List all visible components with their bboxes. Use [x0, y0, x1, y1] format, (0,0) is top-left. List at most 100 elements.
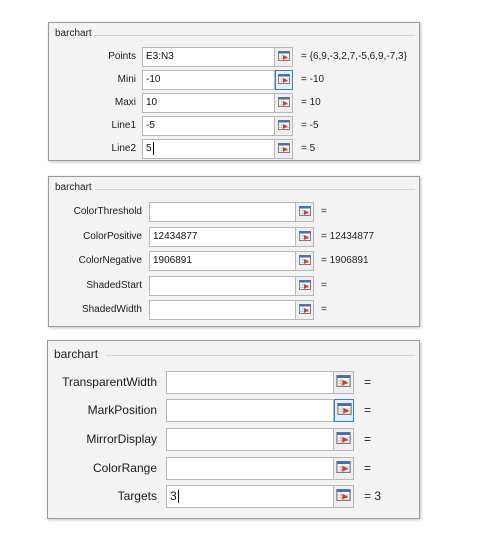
arg-row-maxi: Maxi 10 = 10	[49, 93, 419, 113]
arg-label: ColorRange	[92, 461, 157, 475]
colorthreshold-input[interactable]	[149, 202, 296, 222]
range-select-button[interactable]	[296, 300, 314, 320]
arg-row-colorthreshold: ColorThreshold =	[49, 202, 419, 222]
shadedstart-input[interactable]	[149, 276, 296, 296]
arg-label: ShadedStart	[86, 280, 142, 291]
arg-result: = 3	[364, 489, 382, 503]
arg-result: = -10	[301, 74, 325, 85]
arg-result: = 10	[301, 97, 321, 108]
arg-result: = {6,9,-3,2,7,-5,6,9,-7,3}	[301, 51, 407, 62]
range-select-icon	[298, 203, 311, 221]
arg-label: ColorPositive	[83, 231, 142, 242]
shadedwidth-input[interactable]	[149, 300, 296, 320]
arg-row-shadedwidth: ShadedWidth =	[49, 300, 419, 320]
arg-result: = 1906891	[321, 255, 369, 266]
barchart-args-panel-3: barchart TransparentWidth = MarkPosition…	[47, 340, 420, 519]
range-select-icon	[336, 374, 351, 392]
arg-label: ColorNegative	[78, 255, 142, 266]
arg-result: =	[364, 432, 372, 446]
arg-label: TransparentWidth	[62, 375, 157, 389]
transparentwidth-input[interactable]	[166, 371, 334, 394]
range-select-button[interactable]	[296, 202, 314, 222]
range-select-icon	[336, 488, 351, 506]
arg-label: Maxi	[114, 97, 136, 108]
arg-label: Line2	[111, 143, 136, 154]
range-select-button[interactable]	[334, 485, 354, 508]
range-select-button[interactable]	[275, 70, 293, 90]
arg-row-line2: Line2 5 = 5	[49, 139, 419, 159]
arg-result: = 5	[301, 143, 316, 154]
arg-result: = 12434877	[321, 231, 375, 242]
arg-row-colorrange: ColorRange =	[48, 457, 419, 480]
arg-label: Targets	[117, 489, 157, 503]
arg-row-targets: Targets 3 = 3	[48, 485, 419, 508]
arg-label: Points	[108, 51, 136, 62]
arg-row-mirrordisplay: MirrorDisplay =	[48, 428, 419, 451]
range-select-button[interactable]	[296, 227, 314, 247]
targets-input[interactable]: 3	[166, 485, 334, 508]
markposition-input[interactable]	[166, 399, 334, 422]
range-select-icon	[298, 228, 311, 246]
arg-row-points: Points E3:N3 = {6,9,-3,2,7,-5,6,9,-7,3}	[49, 47, 419, 67]
range-select-button[interactable]	[275, 93, 293, 113]
arg-row-markposition: MarkPosition =	[48, 399, 419, 422]
range-select-icon	[336, 431, 351, 449]
colorrange-input[interactable]	[166, 457, 334, 480]
arg-row-colornegative: ColorNegative 1906891 = 1906891	[49, 251, 419, 271]
panel-title: barchart	[55, 28, 92, 39]
line1-input[interactable]: -5	[142, 116, 275, 136]
arg-result: =	[321, 206, 327, 217]
arg-row-line1: Line1 -5 = -5	[49, 116, 419, 136]
arg-label: MirrorDisplay	[86, 432, 157, 446]
range-select-button[interactable]	[275, 47, 293, 67]
barchart-args-panel-1: barchart Points E3:N3 = {6,9,-3,2,7,-5,6…	[48, 22, 420, 161]
arg-row-transparentwidth: TransparentWidth =	[48, 371, 419, 394]
range-select-button[interactable]	[334, 371, 354, 394]
arg-result: =	[364, 375, 372, 389]
range-select-button[interactable]	[334, 457, 354, 480]
field-value: 3	[170, 489, 177, 503]
colorpositive-input[interactable]: 12434877	[149, 227, 296, 247]
arg-result: = -5	[301, 120, 319, 131]
range-select-icon	[277, 140, 290, 158]
arg-label: Mini	[117, 74, 136, 85]
range-select-button[interactable]	[275, 116, 293, 136]
range-select-icon	[278, 71, 290, 89]
panel-title: barchart	[54, 347, 99, 361]
arg-row-shadedstart: ShadedStart =	[49, 276, 419, 296]
range-select-icon	[298, 301, 311, 319]
arg-label: Line1	[111, 120, 136, 131]
arg-row-mini: Mini -10 = -10	[49, 70, 419, 90]
range-select-icon	[336, 460, 351, 478]
range-select-button[interactable]	[334, 428, 354, 451]
arg-result: =	[364, 403, 372, 417]
arg-result: =	[321, 280, 327, 291]
range-select-button[interactable]	[275, 139, 293, 159]
text-caret	[152, 141, 154, 155]
arg-result: =	[321, 304, 327, 315]
panel-divider	[95, 189, 415, 190]
text-caret	[177, 490, 179, 504]
range-select-button[interactable]	[334, 399, 354, 422]
range-select-icon	[277, 94, 290, 112]
mirrordisplay-input[interactable]	[166, 428, 334, 451]
range-select-icon	[336, 402, 352, 420]
panel-divider	[95, 35, 415, 36]
range-select-icon	[298, 252, 311, 270]
range-select-button[interactable]	[296, 276, 314, 296]
maxi-input[interactable]: 10	[142, 93, 275, 113]
field-value: 5	[146, 143, 152, 154]
range-select-icon	[277, 48, 290, 66]
line2-input[interactable]: 5	[142, 139, 275, 159]
range-select-icon	[277, 117, 290, 135]
points-input[interactable]: E3:N3	[142, 47, 275, 67]
arg-label: MarkPosition	[87, 403, 157, 417]
arg-row-colorpositive: ColorPositive 12434877 = 12434877	[49, 227, 419, 247]
panel-divider	[106, 355, 415, 356]
mini-input[interactable]: -10	[142, 70, 275, 90]
panel-title: barchart	[55, 182, 92, 193]
barchart-args-panel-2: barchart ColorThreshold = ColorPositive …	[48, 176, 420, 327]
colornegative-input[interactable]: 1906891	[149, 251, 296, 271]
arg-label: ColorThreshold	[73, 206, 142, 217]
range-select-button[interactable]	[296, 251, 314, 271]
